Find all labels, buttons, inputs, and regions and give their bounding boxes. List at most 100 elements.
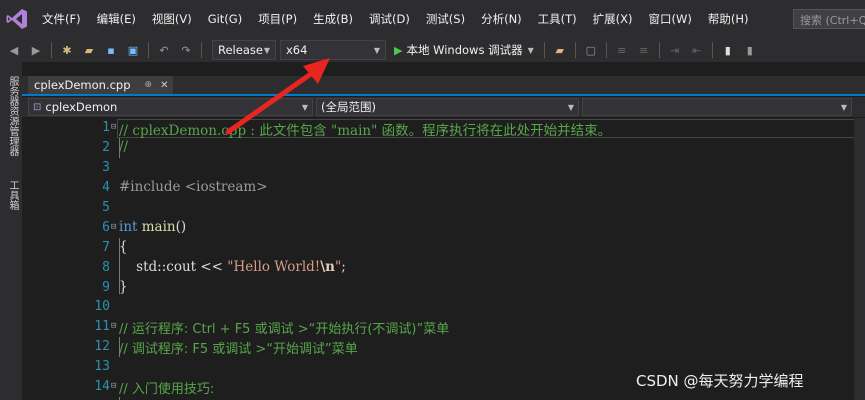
open-folder-icon[interactable]: ▰: [81, 42, 97, 58]
scope-dropdown[interactable]: (全局范围) ▼: [316, 98, 579, 116]
line-number: 12: [94, 339, 110, 354]
chevron-down-icon: ▼: [301, 102, 308, 112]
collapse-icon[interactable]: ⊟: [111, 222, 116, 232]
line-number: 4: [102, 180, 110, 195]
undo-icon[interactable]: ↶: [156, 42, 172, 58]
toolbox-tab[interactable]: 工具箱: [4, 180, 18, 210]
collapse-icon[interactable]: ⊟: [111, 321, 116, 331]
menu-item-3[interactable]: Git(G): [200, 12, 251, 26]
keyword-int: int: [119, 219, 138, 235]
line-number: 8: [102, 260, 110, 275]
server-explorer-tab[interactable]: 服务器资源管理器: [4, 76, 18, 156]
cout-expression: std::cout <<: [119, 259, 228, 275]
code-line-1: // cplexDemon.cpp : 此文件包含 "main" 函数。程序执行…: [119, 123, 612, 139]
member-dropdown[interactable]: ▼: [582, 98, 852, 116]
indent-icon[interactable]: ⇥: [667, 42, 683, 58]
chevron-down-icon[interactable]: ▼: [528, 46, 534, 55]
string-literal: "Hello World!: [227, 259, 321, 275]
cpp-file-icon: ⊡: [33, 101, 42, 113]
menu-item-10[interactable]: 扩展(X): [585, 11, 641, 27]
escape-sequence: \n: [320, 259, 335, 275]
configuration-value: Release: [218, 43, 263, 57]
line-number: 11: [94, 319, 110, 334]
menu-item-12[interactable]: 帮助(H): [700, 11, 757, 27]
close-icon[interactable]: ✕: [160, 80, 168, 91]
menu-item-1[interactable]: 编辑(E): [89, 11, 144, 27]
scope-value: (全局范围): [321, 100, 376, 114]
menu-item-8[interactable]: 分析(N): [473, 11, 530, 27]
chevron-down-icon: ▼: [263, 45, 270, 55]
toolbar-separator: [148, 42, 149, 58]
toolbar-separator: [658, 42, 660, 58]
play-icon: ▶: [394, 43, 403, 57]
comment-out-icon[interactable]: ≡: [614, 42, 630, 58]
forward-icon[interactable]: ▶: [28, 42, 44, 58]
project-name: cplexDemon: [45, 100, 118, 114]
line-number: 5: [102, 200, 110, 215]
line-number: 3: [102, 160, 110, 175]
function-name: main: [137, 219, 176, 235]
bookmark-icon[interactable]: ▮: [720, 42, 736, 58]
line-number: 9: [102, 280, 110, 295]
toolbar-separator: [201, 42, 202, 58]
collapse-icon[interactable]: ⊟: [111, 122, 116, 132]
document-tab-row: cplexDemon.cpp ⊕ ✕: [22, 76, 865, 96]
collapse-icon[interactable]: ⊟: [111, 381, 116, 391]
code-line-9: }: [119, 279, 128, 295]
solution-configuration-dropdown[interactable]: Release ▼: [212, 40, 276, 60]
code-line-4: #include <iostream>: [119, 179, 268, 195]
run-button-label: 本地 Windows 调试器: [406, 43, 523, 57]
toolbar-separator: [51, 42, 52, 58]
code-line-7: {: [119, 239, 128, 255]
chevron-down-icon: ▼: [840, 102, 847, 112]
start-debugging-button[interactable]: ▶ 本地 Windows 调试器 ▼: [394, 42, 534, 58]
vertical-scrollbar[interactable]: [854, 118, 865, 400]
line-number: 10: [94, 299, 110, 314]
standard-toolbar: ◀ ▶ ✱ ▰ ▪ ▣ ↶ ↷ Release ▼ x64 ▼ ▶ 本地 Win…: [0, 38, 865, 62]
visual-studio-logo-icon[interactable]: [0, 0, 34, 38]
outdent-icon[interactable]: ⇤: [689, 42, 705, 58]
code-line-6: int main(): [119, 219, 186, 235]
code-line-11: // 运行程序: Ctrl + F5 或调试 >“开始执行(不调试)”菜单: [119, 322, 450, 337]
project-dropdown[interactable]: ⊡ cplexDemon ▼: [28, 98, 313, 116]
tab-filename: cplexDemon.cpp: [34, 78, 131, 92]
menu-bar: 文件(F) 编辑(E) 视图(V) Git(G) 项目(P) 生成(B) 调试(D) 测试(S…: [0, 0, 865, 38]
line-number: 14: [94, 379, 110, 394]
menu-item-2[interactable]: 视图(V): [144, 11, 200, 27]
menu-item-6[interactable]: 调试(D): [361, 11, 418, 27]
semicolon: ;: [341, 259, 346, 275]
uncomment-icon[interactable]: ≡: [636, 42, 652, 58]
search-input[interactable]: 搜索 (Ctrl+Q): [793, 9, 865, 29]
window-icon[interactable]: ▢: [583, 42, 599, 58]
code-editor[interactable]: 1 2 3 4 5 6 7 8 9 10 11 12 13 14 ⊟ ⊟ ⊟ ⊟…: [22, 118, 865, 400]
save-all-icon[interactable]: ▣: [125, 42, 141, 58]
toolbar-separator: [543, 42, 545, 58]
code-line-2: //: [119, 139, 129, 155]
browse-icon[interactable]: ▰: [552, 42, 568, 58]
tab-cplexdemon-cpp[interactable]: cplexDemon.cpp ⊕ ✕: [28, 76, 173, 94]
parens: (): [175, 219, 187, 235]
line-number: 1: [102, 120, 110, 135]
menu-item-9[interactable]: 工具(T): [530, 11, 585, 27]
save-icon[interactable]: ▪: [103, 42, 119, 58]
code-line-12: // 调试程序: F5 或调试 >“开始调试”菜单: [119, 342, 358, 357]
menu-items: 文件(F) 编辑(E) 视图(V) Git(G) 项目(P) 生成(B) 调试(D) 测试(S…: [34, 0, 757, 38]
menu-item-7[interactable]: 测试(S): [418, 11, 473, 27]
line-number: 6: [102, 220, 110, 235]
back-icon[interactable]: ◀: [6, 42, 22, 58]
solution-platform-dropdown[interactable]: x64 ▼: [280, 40, 386, 60]
code-line-14: // 入门使用技巧:: [119, 382, 215, 397]
redo-icon[interactable]: ↷: [178, 42, 194, 58]
menu-item-11[interactable]: 窗口(W): [641, 11, 700, 27]
menu-item-5[interactable]: 生成(B): [305, 11, 361, 27]
new-item-icon[interactable]: ✱: [59, 42, 75, 58]
code-line-8: std::cout << "Hello World!\n";: [119, 259, 346, 275]
line-number: 13: [94, 359, 110, 374]
toolbar-separator: [711, 42, 713, 58]
menu-item-0[interactable]: 文件(F): [34, 11, 89, 27]
bookmark-prev-icon[interactable]: ▮: [742, 42, 758, 58]
menu-item-4[interactable]: 项目(P): [250, 11, 305, 27]
toolbar-separator: [605, 42, 607, 58]
chevron-down-icon: ▼: [567, 102, 574, 112]
pin-icon[interactable]: ⊕: [145, 80, 153, 90]
